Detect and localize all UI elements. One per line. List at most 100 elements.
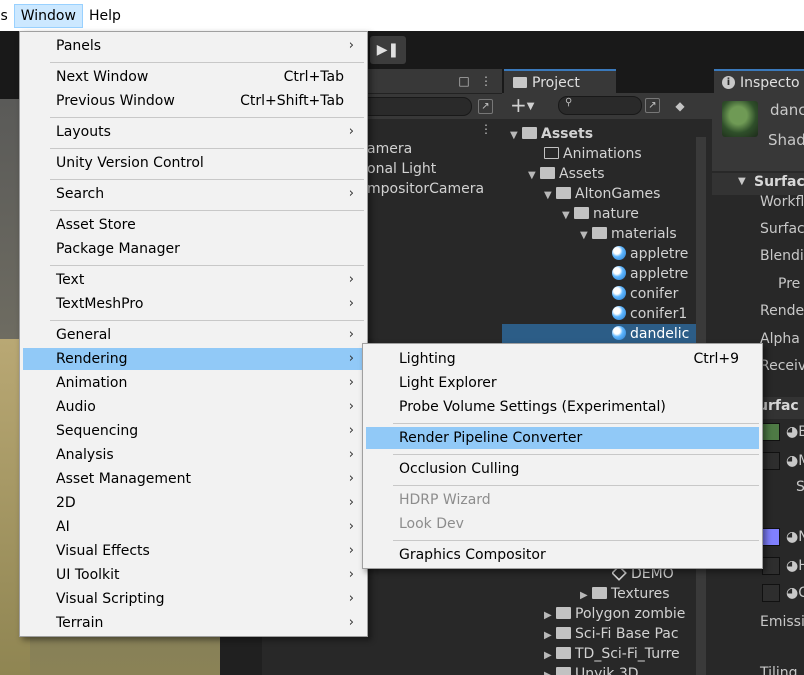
- menu-item-light-explorer[interactable]: Light Explorer: [366, 372, 759, 394]
- menu-item-terrain[interactable]: Terrain ›: [23, 612, 364, 634]
- scene-kebab-icon[interactable]: ⋮: [478, 121, 494, 137]
- hierarchy-item[interactable]: mpositorCamera: [367, 179, 484, 199]
- project-tree-item-nature[interactable]: ▼ nature: [562, 204, 696, 224]
- project-tree-item-textures[interactable]: ▶ Textures: [580, 584, 696, 604]
- filter-icon[interactable]: ↗: [478, 99, 493, 114]
- project-tree-item-unyik-3d[interactable]: ▶ Unyik 3D: [544, 664, 696, 675]
- menubar-help[interactable]: Help: [83, 4, 127, 28]
- menu-item-lighting[interactable]: Lighting Ctrl+9: [366, 348, 759, 370]
- chevron-down-icon[interactable]: ▼: [528, 166, 540, 184]
- menu-item-label: Render Pipeline Converter: [399, 430, 583, 446]
- material-name: danc: [770, 101, 804, 119]
- step-button[interactable]: ▶❚: [370, 36, 406, 64]
- menu-item-label: Search: [56, 186, 105, 202]
- chevron-down-icon[interactable]: ▼: [510, 126, 522, 144]
- menu-item-analysis[interactable]: Analysis ›: [23, 444, 364, 466]
- menu-item-panels[interactable]: Panels ›: [23, 35, 364, 57]
- project-tree-label: materials: [611, 226, 677, 242]
- project-tree-item-td-sci-fi-turre[interactable]: ▶ TD_Sci-Fi_Turre: [544, 644, 696, 664]
- menu-item-label: Graphics Compositor: [399, 547, 546, 563]
- project-tree-item-appletre[interactable]: appletre: [612, 244, 696, 264]
- project-tree-item-assets[interactable]: ▼ Assets: [528, 164, 696, 184]
- menu-item-general[interactable]: General ›: [23, 324, 364, 346]
- folder-icon: [522, 127, 537, 139]
- menubar-tools[interactable]: ols: [0, 4, 14, 28]
- kebab-menu-icon[interactable]: ⋮: [478, 73, 494, 89]
- chevron-right-icon[interactable]: ▶: [544, 606, 556, 624]
- menu-item-ai[interactable]: AI ›: [23, 516, 364, 538]
- project-tree-item-conifer1[interactable]: conifer1: [612, 304, 696, 324]
- folder-icon: [556, 187, 571, 199]
- chevron-right-icon[interactable]: ▶: [580, 586, 592, 604]
- menu-item-label: Light Explorer: [399, 375, 497, 391]
- menu-item-rendering[interactable]: Rendering ›: [23, 348, 364, 370]
- menu-item-sequencing[interactable]: Sequencing ›: [23, 420, 364, 442]
- project-tree-item-sci-fi-base-pac[interactable]: ▶ Sci-Fi Base Pac: [544, 624, 696, 644]
- menu-item-visual-scripting[interactable]: Visual Scripting ›: [23, 588, 364, 610]
- shapes-icon[interactable]: ◆: [672, 98, 688, 114]
- menu-item-probe-volume-settings-experimental[interactable]: Probe Volume Settings (Experimental): [366, 396, 759, 418]
- menu-item-occlusion-culling[interactable]: Occlusion Culling: [366, 458, 759, 480]
- surface-options-header[interactable]: ▼ Surfac: [712, 173, 804, 195]
- chevron-down-icon[interactable]: ▼: [562, 206, 574, 224]
- project-tab[interactable]: Project: [504, 69, 616, 93]
- menu-item-visual-effects[interactable]: Visual Effects ›: [23, 540, 364, 562]
- inspector-tab[interactable]: i Inspecto: [714, 69, 804, 93]
- menu-item-label: Unity Version Control: [56, 155, 204, 171]
- menu-item-animation[interactable]: Animation ›: [23, 372, 364, 394]
- menu-item-layouts[interactable]: Layouts ›: [23, 121, 364, 143]
- menu-item-label: Text: [56, 272, 85, 288]
- menu-item-asset-management[interactable]: Asset Management ›: [23, 468, 364, 490]
- folder-icon: [556, 607, 571, 619]
- menu-item-unity-version-control[interactable]: Unity Version Control: [23, 152, 364, 174]
- menu-item-label: Analysis: [56, 447, 114, 463]
- chevron-right-icon[interactable]: ▶: [544, 626, 556, 644]
- menu-item-previous-window[interactable]: Previous Window Ctrl+Shift+Tab: [23, 90, 364, 112]
- menubar-window[interactable]: Window: [13, 3, 83, 28]
- project-tree-item-assets[interactable]: ▼ Assets: [510, 124, 696, 144]
- menu-item-label: Next Window: [56, 69, 149, 85]
- menu-item-search[interactable]: Search ›: [23, 183, 364, 205]
- add-asset-button[interactable]: +▼: [510, 94, 534, 118]
- project-tree-item-conifer[interactable]: conifer: [612, 284, 696, 304]
- menu-item-textmeshpro[interactable]: TextMeshPro ›: [23, 293, 364, 315]
- menu-item-2d[interactable]: 2D ›: [23, 492, 364, 514]
- normal-map-swatch[interactable]: [762, 528, 780, 546]
- project-tree-item-appletre[interactable]: appletre: [612, 264, 696, 284]
- menu-item-label: General: [56, 327, 112, 343]
- chevron-down-icon[interactable]: ▼: [580, 226, 592, 244]
- menu-item-graphics-compositor[interactable]: Graphics Compositor: [366, 544, 759, 566]
- emission-label: Emissi: [760, 614, 804, 630]
- menu-item-next-window[interactable]: Next Window Ctrl+Tab: [23, 66, 364, 88]
- chevron-down-icon[interactable]: ▼: [544, 186, 556, 204]
- menu-item-render-pipeline-converter[interactable]: Render Pipeline Converter: [366, 427, 759, 449]
- menu-item-ui-toolkit[interactable]: UI Toolkit ›: [23, 564, 364, 586]
- project-tree-item-altongames[interactable]: ▼ AltonGames: [544, 184, 696, 204]
- menu-item-label: Panels: [56, 38, 102, 54]
- project-search-input[interactable]: ⚲: [558, 96, 642, 115]
- menu-item-package-manager[interactable]: Package Manager: [23, 238, 364, 260]
- project-tree-item-materials[interactable]: ▼ materials: [580, 224, 696, 244]
- project-tree-item-polygon-zombie[interactable]: ▶ Polygon zombie: [544, 604, 696, 624]
- chevron-right-icon[interactable]: ▶: [544, 666, 556, 675]
- menu-item-audio[interactable]: Audio ›: [23, 396, 364, 418]
- filter-icon[interactable]: ↗: [645, 98, 660, 113]
- base-map-swatch[interactable]: [762, 423, 780, 441]
- hierarchy-item[interactable]: onal Light: [367, 159, 436, 179]
- hierarchy-item[interactable]: amera: [367, 139, 412, 159]
- project-tree-item-animations[interactable]: Animations: [544, 144, 696, 164]
- metallic-map-swatch[interactable]: [762, 452, 780, 470]
- lock-icon[interactable]: □: [456, 73, 472, 89]
- material-preview-thumbnail: [722, 101, 758, 137]
- occlusion-map-swatch[interactable]: [762, 584, 780, 602]
- menu-item-shortcut: Ctrl+9: [693, 351, 739, 367]
- project-tree-item-dandelic[interactable]: dandelic: [502, 324, 696, 344]
- height-map-swatch[interactable]: [762, 557, 780, 575]
- menu-item-text[interactable]: Text ›: [23, 269, 364, 291]
- menu-item-shortcut: Ctrl+Tab: [283, 69, 344, 85]
- project-tree-label: nature: [593, 206, 639, 222]
- project-tree-label: Animations: [563, 146, 642, 162]
- chevron-right-icon[interactable]: ▶: [544, 646, 556, 664]
- folder-icon: [540, 167, 555, 179]
- menu-item-asset-store[interactable]: Asset Store: [23, 214, 364, 236]
